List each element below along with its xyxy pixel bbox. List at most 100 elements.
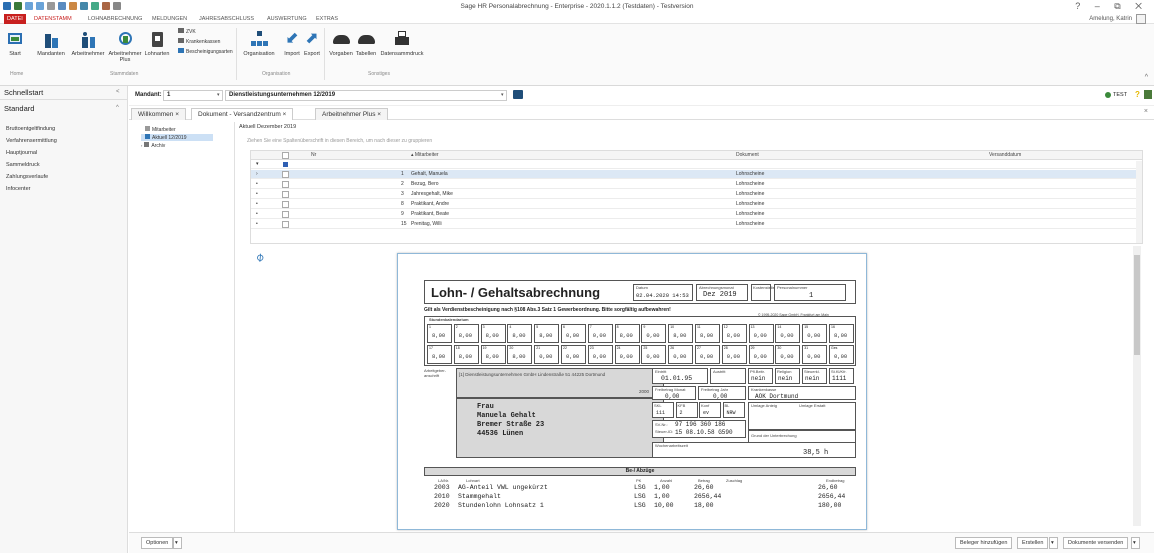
day-number: 9	[643, 325, 646, 329]
document-grid: Nr ▴ Mitarbeiter Dokument Versanddatum ▾…	[250, 150, 1143, 244]
column-nr[interactable]: Nr	[311, 151, 316, 160]
nav-item-hauptjournal[interactable]: Hauptjournal	[6, 150, 37, 156]
avatar[interactable]	[1136, 14, 1146, 24]
arbeitnehmer-button[interactable]: Arbeitnehmer	[70, 30, 106, 57]
row-checkbox[interactable]	[282, 211, 289, 218]
chevron-down-icon[interactable]: ▾	[501, 92, 504, 98]
select-all-checkbox[interactable]	[282, 152, 289, 159]
row-checkbox[interactable]	[282, 171, 289, 178]
row-checkbox[interactable]	[282, 181, 289, 188]
dienstleister-select[interactable]: Dienstleistungsunternehmen 12/2019	[225, 90, 507, 101]
table-row[interactable]: › 1 Gehalt, Manuela Lohnscheine	[251, 170, 1142, 179]
user-name[interactable]: Amelung, Katrin	[1089, 15, 1132, 23]
mandanten-button[interactable]: Mandanten	[34, 30, 68, 57]
tree-node-aktuell[interactable]: Aktuell 12/2019	[141, 134, 213, 141]
table-row[interactable]: • 15 Prenitag, Willi Lohnscheine	[251, 220, 1142, 229]
close-icon[interactable]: ×	[377, 111, 381, 118]
close-icon[interactable]: ×	[283, 111, 287, 118]
organisation-button[interactable]: Organisation	[242, 30, 276, 57]
close-all-icon[interactable]: ×	[1144, 108, 1148, 115]
tab-willkommen[interactable]: Willkommen ×	[131, 108, 187, 120]
merkmal-value: nein	[778, 375, 793, 382]
window-controls[interactable]: ? – ⧉ ✕	[1075, 1, 1148, 12]
tree-node-archiv[interactable]: › Archiv	[141, 142, 165, 149]
eintritt-box: Eintritt 01.01.95	[652, 368, 708, 384]
tab-jahresabschluss[interactable]: JAHRESABSCHLUSS	[196, 14, 257, 24]
collapse-ribbon-icon[interactable]: ^	[1145, 74, 1148, 81]
tab-meldungen[interactable]: MELDUNGEN	[149, 14, 190, 24]
versenden-button[interactable]: Dokumente versenden	[1063, 537, 1129, 549]
calendar-cell: 5 8,00	[534, 324, 560, 343]
arbeitnehmer-plus-button[interactable]: Arbeitnehmer Plus	[108, 30, 142, 63]
table-row[interactable]: • 2 Bezug, Bero Lohnscheine	[251, 180, 1142, 189]
filter-checkbox[interactable]	[283, 162, 288, 167]
sv-box: BL NRW	[722, 402, 745, 418]
datum-box: Datum 02.04.2020 14:53	[633, 284, 693, 301]
export-button[interactable]: ⬈ Export	[302, 30, 322, 57]
nav-item-sammeldruck[interactable]: Sammeldruck	[6, 162, 40, 168]
close-icon[interactable]: ×	[175, 111, 179, 118]
preview-scroll-thumb[interactable]	[1134, 255, 1140, 355]
calendar-cell: 25 0,00	[641, 345, 667, 364]
row-checkbox[interactable]	[282, 221, 289, 228]
tree-node-mitarbeiter[interactable]: Mitarbeiter	[145, 126, 176, 133]
column-dokument[interactable]: Dokument	[736, 151, 759, 160]
grid-scrollbar[interactable]	[1136, 161, 1142, 243]
tabellen-button[interactable]: Tabellen	[354, 30, 378, 57]
chevron-up-icon[interactable]: ^	[116, 105, 119, 111]
nav-item-infocenter[interactable]: Infocenter	[6, 186, 30, 192]
row-indicator-icon: •	[256, 221, 258, 227]
standard-header[interactable]: Standard	[4, 104, 34, 113]
datensammdruck-button[interactable]: Datensammdruck	[378, 30, 426, 57]
row-mitarbeiter: Bezug, Bero	[411, 181, 439, 187]
mandant-select[interactable]: 1	[163, 90, 223, 101]
column-mitarbeiter[interactable]: ▴ Mitarbeiter	[411, 151, 439, 160]
chevron-down-icon[interactable]: ▾	[217, 92, 220, 98]
lines-column-header: Anzahl	[660, 478, 673, 483]
tab-versandzentrum[interactable]: Dokument - Versandzentrum ×	[191, 108, 294, 120]
tab-auswertung[interactable]: AUSWERTUNG	[264, 14, 310, 24]
row-checkbox[interactable]	[282, 191, 289, 198]
tab-arbeitnehmer-plus[interactable]: Arbeitnehmer Plus ×	[315, 108, 389, 120]
lines-column-header: Betrag	[698, 478, 710, 483]
tab-datei[interactable]: DATEI	[4, 14, 26, 24]
day-number: 4	[509, 325, 512, 329]
beleger-button[interactable]: Beleger hinzufügen	[955, 537, 1013, 549]
user-icon[interactable]	[1144, 90, 1152, 99]
schnellstart-header[interactable]: Schnellstart	[4, 88, 43, 97]
folder-icon[interactable]	[513, 90, 523, 99]
line-endbetrag: 26,60	[818, 484, 838, 491]
chevron-down-icon[interactable]: ▾	[1049, 537, 1058, 549]
table-row[interactable]: • 9 Praktikant, Beate Lohnscheine	[251, 210, 1142, 219]
chevron-down-icon[interactable]: ▾	[1131, 537, 1140, 549]
table-row[interactable]: • 3 Jahresgehalt, Mike Lohnscheine	[251, 190, 1142, 199]
bescheinigungsarten-button[interactable]: Bescheinigungsarten	[178, 48, 233, 56]
test-label[interactable]: TEST	[1113, 92, 1127, 98]
zvk-button[interactable]: ZVK	[178, 28, 196, 36]
nav-item-zahlungsverlaufe[interactable]: Zahlungsverlaufe	[6, 174, 48, 180]
help-icon[interactable]: ?	[1135, 90, 1140, 99]
tab-lohnabrechnung[interactable]: LOHNABRECHNUNG	[85, 14, 145, 24]
tab-extras[interactable]: EXTRAS	[313, 14, 341, 24]
table-row[interactable]: • 8 Praktikant, Andre Lohnscheine	[251, 200, 1142, 209]
row-dokument: Lohnscheine	[736, 191, 765, 197]
optionen-button[interactable]: Optionen	[141, 537, 174, 549]
collapse-arrow-icon[interactable]: <	[116, 89, 120, 95]
krankenkassen-button[interactable]: Krankenkassen	[178, 38, 220, 46]
filter-icon[interactable]: ▾	[256, 160, 259, 169]
tab-datenstamm[interactable]: DATENSTAMM	[31, 14, 75, 24]
column-versanddatum[interactable]: Versanddatum	[989, 151, 1021, 160]
start-button[interactable]: Start	[6, 30, 24, 57]
row-checkbox[interactable]	[282, 201, 289, 208]
row-nr: 3	[401, 191, 404, 197]
erstellen-button[interactable]: Erstellen	[1017, 537, 1049, 549]
nav-item-verfahrensermittlung[interactable]: Verfahrensermittlung	[6, 138, 57, 144]
day-hours: 0,00	[780, 353, 794, 360]
day-hours: 0,00	[592, 332, 606, 339]
nav-item-bruttoentgeltfindung[interactable]: Bruttoentgeltfindung	[6, 126, 55, 132]
import-button[interactable]: ⬋ Import	[282, 30, 302, 57]
vorgaben-button[interactable]: Vorgaben	[328, 30, 354, 57]
day-hours: 0,00	[780, 332, 794, 339]
lohnarten-button[interactable]: Lohnarten	[142, 30, 172, 57]
chevron-down-icon[interactable]: ▾	[173, 537, 182, 549]
